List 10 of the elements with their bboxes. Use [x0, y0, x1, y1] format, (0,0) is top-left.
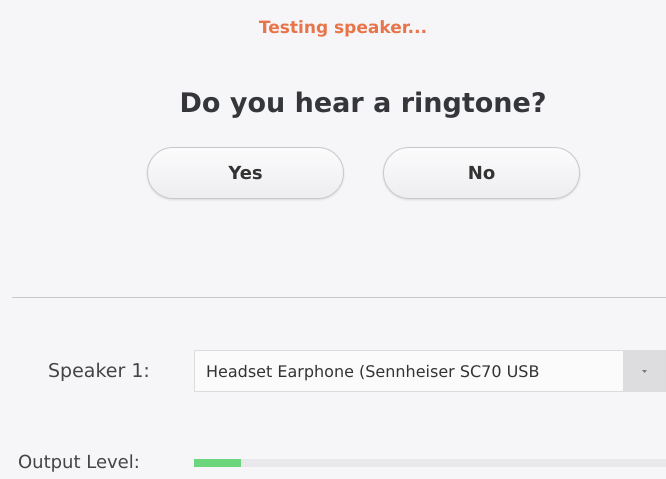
- dropdown-value: Headset Earphone (Sennheiser SC70 USB: [205, 362, 540, 380]
- answer-button[interactable]: Yes: [147, 147, 344, 199]
- answer-button[interactable]: No: [383, 147, 580, 199]
- dropdown-arrow-button[interactable]: [623, 351, 665, 391]
- output-level-label: Output Level:: [17, 452, 141, 473]
- caret-icon: [642, 370, 646, 372]
- status-text: Testing speaker...: [258, 18, 428, 38]
- speaker-dropdown[interactable]: Headset Earphone (Sennheiser SC70 USB: [194, 350, 666, 392]
- question-heading: Do you hear a ringtone?: [180, 88, 546, 119]
- speaker-label: Speaker 1:: [47, 360, 151, 382]
